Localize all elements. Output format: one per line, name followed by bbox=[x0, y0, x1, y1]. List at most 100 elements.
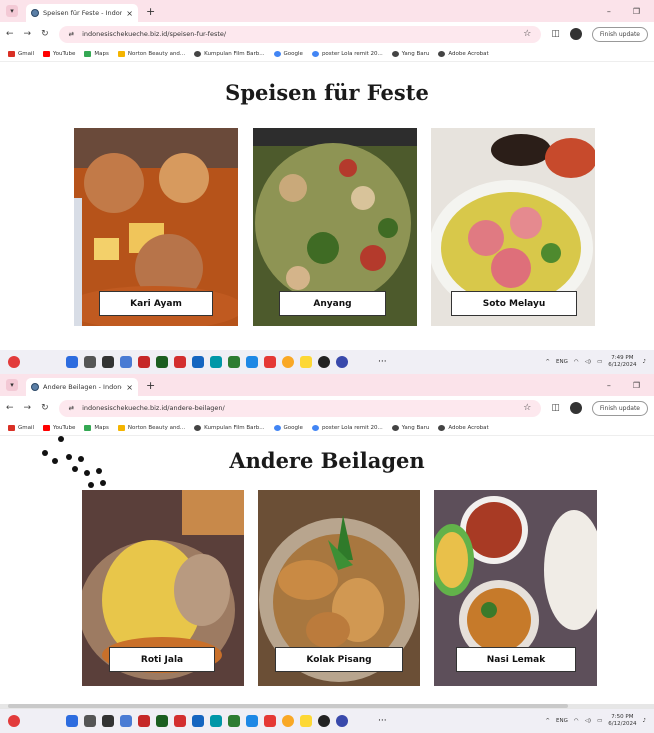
notification-bell-icon[interactable]: ♪ bbox=[642, 359, 646, 365]
tab-search-icon[interactable]: ▾ bbox=[6, 379, 18, 391]
back-icon[interactable]: ← bbox=[6, 29, 14, 39]
lang-indicator[interactable]: ENG bbox=[556, 359, 568, 365]
tiktok-icon[interactable] bbox=[318, 715, 330, 727]
tiktok-icon[interactable] bbox=[318, 356, 330, 368]
forward-icon[interactable]: → bbox=[24, 29, 32, 39]
address-bar[interactable]: ⇄ indonesischekueche.biz.id/speisen-fur-… bbox=[58, 25, 542, 43]
task-view-icon[interactable] bbox=[102, 715, 114, 727]
chrome-icon[interactable] bbox=[282, 715, 294, 727]
bookmark-star-icon[interactable]: ☆ bbox=[523, 403, 531, 413]
task-view-icon[interactable] bbox=[102, 356, 114, 368]
clock[interactable]: 7:49 PM 6/12/2024 bbox=[608, 355, 636, 369]
wifi-icon[interactable]: ◠ bbox=[574, 359, 579, 365]
tab-close-icon[interactable]: × bbox=[126, 9, 133, 18]
edge-icon[interactable] bbox=[210, 715, 222, 727]
bookmark-yang-baru[interactable]: Yang Baru bbox=[391, 424, 429, 431]
bookmark-kumpulan[interactable]: Kumpulan Film Barb... bbox=[194, 50, 265, 57]
forward-icon[interactable]: → bbox=[24, 403, 32, 413]
bookmark-adobe[interactable]: Adobe Acrobat bbox=[438, 424, 489, 431]
zoom-icon[interactable] bbox=[336, 715, 348, 727]
back-icon[interactable]: ← bbox=[6, 403, 14, 413]
restore-icon[interactable]: ❐ bbox=[633, 381, 640, 390]
start-icon[interactable] bbox=[66, 715, 78, 727]
whatsapp-icon[interactable] bbox=[156, 356, 168, 368]
bookmark-poster[interactable]: poster Lola remit 20... bbox=[311, 424, 383, 431]
tab-close-icon[interactable]: × bbox=[126, 383, 133, 392]
profile-avatar[interactable] bbox=[569, 28, 582, 40]
wifi-icon[interactable]: ◠ bbox=[574, 718, 579, 724]
excel-icon[interactable] bbox=[228, 715, 240, 727]
site-info-icon[interactable]: ⇄ bbox=[69, 404, 74, 412]
widgets-icon[interactable] bbox=[120, 715, 132, 727]
chevron-up-icon[interactable]: ^ bbox=[545, 718, 550, 724]
site-info-icon[interactable]: ⇄ bbox=[69, 30, 74, 38]
mcafee-icon[interactable] bbox=[174, 715, 186, 727]
bookmark-google[interactable]: Google bbox=[273, 50, 303, 57]
search-icon[interactable] bbox=[84, 715, 96, 727]
folder-icon[interactable] bbox=[300, 715, 312, 727]
new-tab-icon[interactable]: + bbox=[146, 379, 155, 392]
word-icon[interactable] bbox=[246, 715, 258, 727]
office-icon[interactable] bbox=[264, 715, 276, 727]
address-bar[interactable]: ⇄ indonesischekueche.biz.id/andere-beila… bbox=[58, 399, 542, 417]
extensions-icon[interactable]: ◫ bbox=[551, 403, 560, 413]
chrome-icon[interactable] bbox=[282, 356, 294, 368]
bookmark-gmail[interactable]: Gmail bbox=[8, 424, 34, 431]
weather-icon[interactable] bbox=[8, 356, 20, 368]
bookmark-star-icon[interactable]: ☆ bbox=[523, 29, 531, 39]
finish-update-button[interactable]: Finish update bbox=[591, 400, 648, 416]
bookmark-gmail[interactable]: Gmail bbox=[8, 50, 34, 57]
volume-icon[interactable]: ◁) bbox=[585, 718, 591, 724]
reload-icon[interactable]: ↻ bbox=[41, 403, 49, 413]
scrollbar-thumb[interactable] bbox=[8, 704, 568, 708]
weather-icon[interactable] bbox=[8, 715, 20, 727]
more-apps-icon[interactable]: ··· bbox=[378, 716, 387, 726]
minimize-icon[interactable]: – bbox=[607, 381, 611, 390]
netflix-icon[interactable] bbox=[138, 715, 150, 727]
profile-avatar[interactable] bbox=[569, 402, 582, 414]
tab-title: Speisen für Feste - Indonesisch bbox=[43, 9, 123, 17]
bookmark-norton[interactable]: Norton Beauty and... bbox=[117, 50, 185, 57]
tab-search-icon[interactable]: ▾ bbox=[6, 5, 18, 17]
whatsapp-icon[interactable] bbox=[156, 715, 168, 727]
bookmark-kumpulan[interactable]: Kumpulan Film Barb... bbox=[194, 424, 265, 431]
mail-icon[interactable] bbox=[192, 356, 204, 368]
bookmark-youtube[interactable]: YouTube bbox=[43, 424, 75, 431]
word-icon[interactable] bbox=[246, 356, 258, 368]
minimize-icon[interactable]: – bbox=[607, 7, 611, 16]
battery-icon[interactable]: ▭ bbox=[597, 359, 602, 365]
start-icon[interactable] bbox=[66, 356, 78, 368]
bookmark-youtube[interactable]: YouTube bbox=[43, 50, 75, 57]
widgets-icon[interactable] bbox=[120, 356, 132, 368]
bookmark-poster[interactable]: poster Lola remit 20... bbox=[311, 50, 383, 57]
office-icon[interactable] bbox=[264, 356, 276, 368]
bookmark-google[interactable]: Google bbox=[273, 424, 303, 431]
finish-update-button[interactable]: Finish update bbox=[591, 26, 648, 42]
edge-icon[interactable] bbox=[210, 356, 222, 368]
notification-bell-icon[interactable]: ♪ bbox=[642, 718, 646, 724]
volume-icon[interactable]: ◁) bbox=[585, 359, 591, 365]
bookmark-norton[interactable]: Norton Beauty and... bbox=[117, 424, 185, 431]
bookmark-maps[interactable]: Maps bbox=[84, 424, 109, 431]
browser-tab[interactable]: Speisen für Feste - Indonesisch × bbox=[26, 4, 138, 22]
bookmark-yang-baru[interactable]: Yang Baru bbox=[391, 50, 429, 57]
folder-icon[interactable] bbox=[300, 356, 312, 368]
clock[interactable]: 7:50 PM 6/12/2024 bbox=[608, 714, 636, 728]
lang-indicator[interactable]: ENG bbox=[556, 718, 568, 724]
new-tab-icon[interactable]: + bbox=[146, 5, 155, 18]
extensions-icon[interactable]: ◫ bbox=[551, 29, 560, 39]
zoom-icon[interactable] bbox=[336, 356, 348, 368]
netflix-icon[interactable] bbox=[138, 356, 150, 368]
bookmark-maps[interactable]: Maps bbox=[84, 50, 109, 57]
mcafee-icon[interactable] bbox=[174, 356, 186, 368]
mail-icon[interactable] bbox=[192, 715, 204, 727]
battery-icon[interactable]: ▭ bbox=[597, 718, 602, 724]
search-icon[interactable] bbox=[84, 356, 96, 368]
chevron-up-icon[interactable]: ^ bbox=[545, 359, 550, 365]
browser-tab[interactable]: Andere Beilagen - Indonesische × bbox=[26, 378, 138, 396]
excel-icon[interactable] bbox=[228, 356, 240, 368]
restore-icon[interactable]: ❐ bbox=[633, 7, 640, 16]
more-apps-icon[interactable]: ··· bbox=[378, 357, 387, 367]
reload-icon[interactable]: ↻ bbox=[41, 29, 49, 39]
bookmark-adobe[interactable]: Adobe Acrobat bbox=[438, 50, 489, 57]
